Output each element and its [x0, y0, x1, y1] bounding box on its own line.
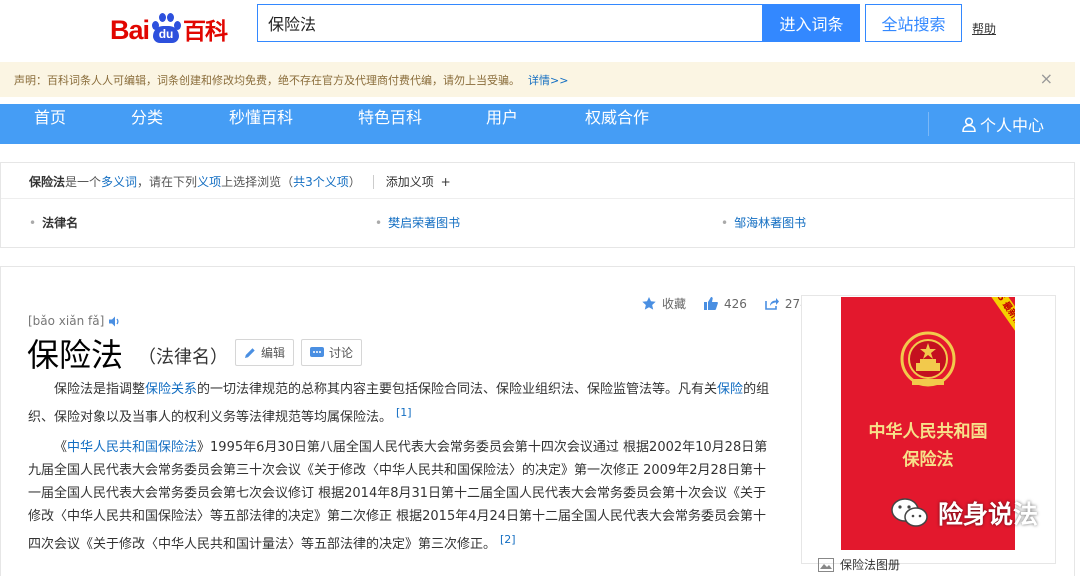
album-icon — [818, 557, 834, 572]
user-center-link[interactable]: 个人中心 — [962, 104, 1044, 144]
collect-button[interactable]: 收藏 — [642, 295, 686, 312]
polysemant-rule — [1, 198, 1074, 199]
user-center-label: 个人中心 — [980, 116, 1045, 135]
cover-ribbon: 2015 最新修正版 — [980, 297, 1015, 347]
discuss-label: 讨论 — [329, 346, 354, 360]
paw-icon: du — [150, 12, 182, 46]
main-nav: 首页 分类 秒懂百科 特色百科 用户 权威合作 个人中心 — [0, 104, 1080, 144]
sense-link[interactable]: 邹海林著图书 — [734, 216, 806, 230]
edit-label: 编辑 — [261, 346, 286, 360]
cover-title-line2: 保险法 — [902, 450, 954, 470]
edit-button[interactable]: 编辑 — [235, 339, 295, 366]
pencil-icon — [245, 347, 255, 358]
like-button[interactable]: 426 — [704, 297, 747, 311]
enter-entry-button[interactable]: 进入词条 — [763, 4, 860, 42]
nav-divider — [928, 112, 929, 136]
chat-icon — [310, 346, 324, 357]
search-input[interactable] — [257, 4, 763, 42]
nav-item-partners[interactable]: 权威合作 — [585, 104, 649, 144]
help-link[interactable]: 帮助 — [972, 20, 996, 37]
polysemant-text: 是一个 — [65, 175, 102, 189]
polysemant-divider — [372, 174, 374, 189]
share-icon — [765, 298, 779, 310]
watermark-text: 险身说法 — [938, 500, 1039, 529]
close-icon[interactable]: × — [1040, 71, 1053, 87]
reference-1[interactable]: [1] — [396, 406, 412, 419]
bullet-icon: • — [29, 216, 37, 230]
polysemant-link[interactable]: 多义词 — [101, 173, 137, 190]
polysemant-text: ，请在下列 — [137, 175, 198, 189]
sense-count-link[interactable]: 共3个义项 — [293, 173, 349, 190]
logo-text-du: du — [153, 26, 180, 43]
page-title: 保险法 — [27, 336, 124, 374]
site-search-button[interactable]: 全站搜索 — [865, 4, 962, 42]
polysemant-text: 上选择浏览（ — [221, 175, 294, 189]
reference-2[interactable]: [2] — [500, 533, 516, 546]
wechat-watermark: 险身说法 — [890, 495, 1038, 531]
notice-text: 声明：百科词条人人可编辑，词条创建和修改均免费，绝不存在官方及代理商付费代编，请… — [14, 73, 520, 87]
sense-link[interactable]: 樊启荣著图书 — [388, 216, 460, 230]
star-icon — [642, 297, 656, 310]
entry-actions: 收藏 426 274 — [642, 295, 826, 312]
nav-item-user[interactable]: 用户 — [486, 104, 518, 144]
album-caption[interactable]: 保险法图册 — [818, 556, 900, 573]
polysemant-header: 保险法 是一个 多义词 ，请在下列 义项 上选择浏览（ 共3个义项 ） 添加义项… — [29, 173, 451, 190]
sense-label: 法律名 — [42, 216, 79, 230]
pinyin-text: [bǎo xiǎn fǎ] — [28, 314, 105, 328]
sense-item-current: • 法律名 — [29, 214, 78, 231]
nav-item-home[interactable]: 首页 — [34, 104, 66, 144]
speaker-icon[interactable] — [109, 316, 121, 327]
like-count: 426 — [724, 296, 747, 311]
wechat-icon — [891, 498, 928, 527]
discuss-button[interactable]: 讨论 — [301, 339, 363, 366]
para-text: 》1995年6月30日第八届全国人民代表大会常务委员会第十四次会议通过 根据20… — [28, 440, 768, 552]
insurance-relation-link[interactable]: 保险关系 — [145, 382, 197, 397]
bullet-icon: • — [721, 216, 729, 230]
cover-title-line1: 中华人民共和国 — [868, 422, 988, 442]
thumbs-up-icon — [704, 297, 718, 310]
album-caption-text: 保险法图册 — [840, 558, 901, 572]
sense-item[interactable]: • 樊启荣著图书 — [375, 214, 460, 231]
sense-item[interactable]: • 邹海林著图书 — [721, 214, 806, 231]
header: Bai du 百科 进入词条 全站搜索 帮助 — [0, 0, 1080, 62]
logo-text-bai: Bai — [110, 15, 150, 45]
polysemant-text: ） — [348, 175, 361, 189]
add-sense-label: 添加义项 — [385, 175, 434, 189]
national-emblem-icon — [900, 331, 956, 387]
insurance-link[interactable]: 保险 — [717, 382, 743, 397]
polysemant-term: 保险法 — [29, 175, 66, 189]
logo-text-baike: 百科 — [183, 19, 228, 45]
pinyin: [bǎo xiǎn fǎ] — [28, 314, 121, 328]
plus-icon: + — [440, 175, 451, 189]
nav-item-miaodong[interactable]: 秒懂百科 — [229, 104, 293, 144]
polysemant-box: 保险法 是一个 多义词 ，请在下列 义项 上选择浏览（ 共3个义项 ） 添加义项… — [0, 162, 1075, 248]
add-sense-button[interactable]: 添加义项 + — [386, 173, 451, 190]
summary-paragraph: 保险法是指调整保险关系的一切法律规范的总称其内容主要包括保险合同法、保险业组织法… — [28, 378, 773, 429]
para-text: 的一切法律规范的总称其内容主要包括保险合同法、保险业组织法、保险监管法等。凡有关 — [197, 382, 718, 397]
nav-item-category[interactable]: 分类 — [131, 104, 163, 144]
history-paragraph: 《中华人民共和国保险法》1995年6月30日第八届全国人民代表大会常务委员会第十… — [28, 436, 773, 556]
user-icon — [962, 116, 976, 132]
page-subtitle: （法律名） — [138, 347, 228, 368]
baidu-baike-logo[interactable]: Bai du 百科 — [110, 6, 228, 46]
collect-label: 收藏 — [662, 297, 687, 311]
notice-detail-link[interactable]: 详情>> — [528, 72, 568, 88]
prc-insurance-law-link[interactable]: 中华人民共和国保险法 — [67, 440, 197, 455]
bullet-icon: • — [375, 216, 383, 230]
nav-item-featured[interactable]: 特色百科 — [358, 104, 422, 144]
notice-bar: 声明：百科词条人人可编辑，词条创建和修改均免费，绝不存在官方及代理商付费代编，请… — [0, 62, 1075, 97]
sense-link[interactable]: 义项 — [197, 173, 221, 190]
para-text: 《 — [54, 440, 68, 455]
para-text: 保险法是指调整 — [54, 382, 146, 397]
